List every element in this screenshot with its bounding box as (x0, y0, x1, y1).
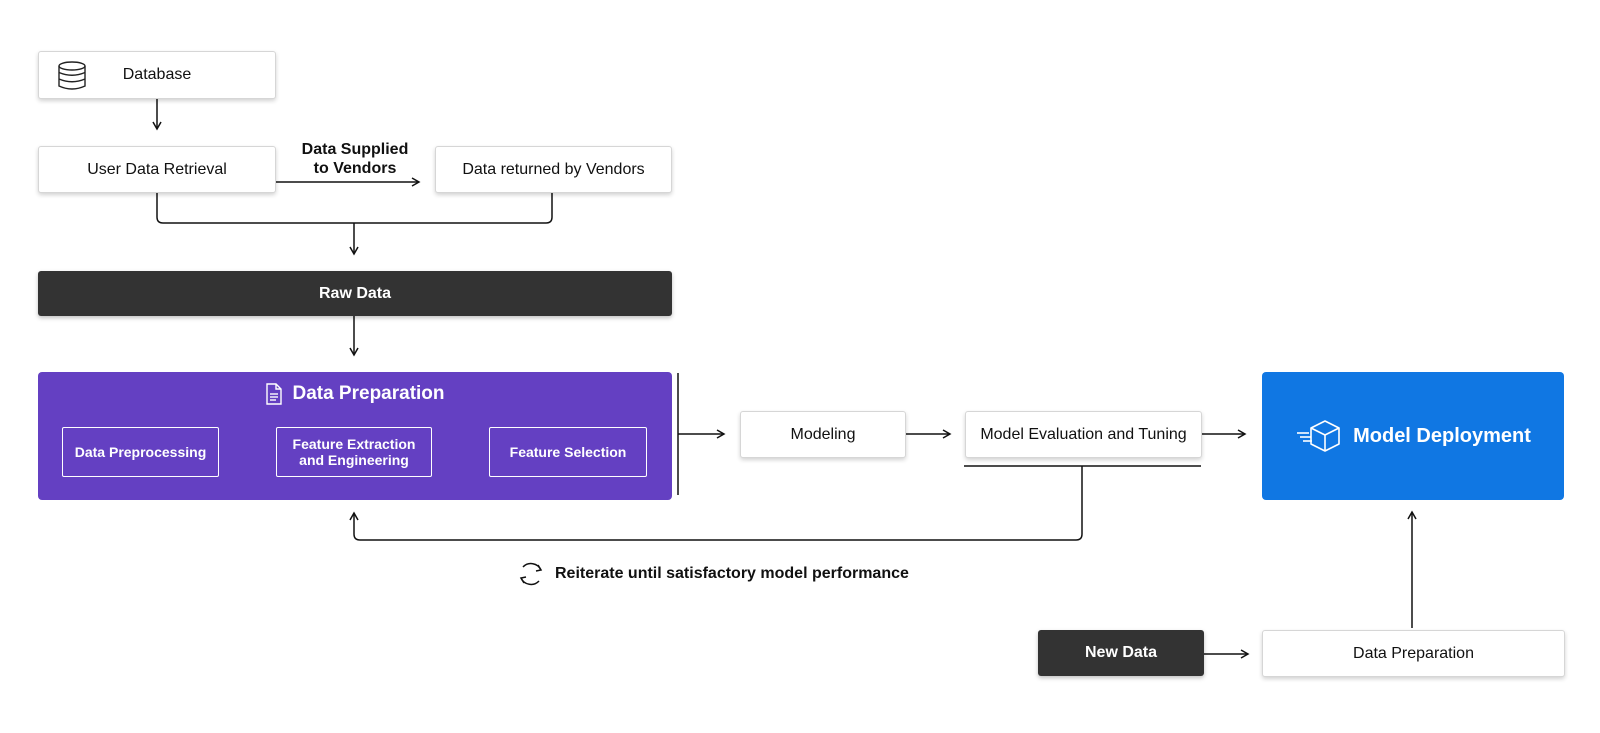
step-feature-selection: Feature Selection (489, 427, 647, 477)
database-node: Database (38, 51, 276, 99)
edge-merge-bracket (156, 193, 553, 224)
data-preparation-2-label: Data Preparation (1353, 644, 1474, 662)
model-deployment-label: Model Deployment (1353, 424, 1531, 447)
raw-data-node: Raw Data (38, 271, 672, 316)
raw-data-label: Raw Data (318, 284, 392, 302)
step-feature-extraction: Feature Extraction and Engineering (276, 427, 432, 477)
document-icon (265, 383, 283, 405)
reiterate-label-group: Reiterate until satisfactory model perfo… (517, 559, 909, 589)
database-icon (56, 60, 88, 97)
new-data-node: New Data (1038, 630, 1204, 676)
user-data-retrieval-label: User Data Retrieval (87, 160, 227, 178)
new-data-label: New Data (1084, 644, 1158, 661)
model-evaluation-label: Model Evaluation and Tuning (980, 425, 1187, 443)
model-evaluation-node: Model Evaluation and Tuning (965, 411, 1202, 458)
refresh-cycle-icon (517, 559, 545, 589)
data-supplied-label: Data Supplied to Vendors (301, 141, 409, 177)
data-preparation-title: Data Preparation (292, 383, 445, 404)
user-data-retrieval-node: User Data Retrieval (38, 146, 276, 193)
data-preparation-header: Data Preparation (38, 383, 672, 405)
modeling-label: Modeling (790, 425, 856, 443)
data-preparation-group: Data Preparation Data Preprocessing Feat… (38, 372, 672, 500)
connectors (152, 99, 1417, 659)
vendors-node: Data returned by Vendors (435, 146, 672, 193)
modeling-node: Modeling (740, 411, 906, 458)
model-deployment-node: Model Deployment (1262, 372, 1564, 500)
vendors-label: Data returned by Vendors (462, 160, 645, 178)
step-data-preprocessing: Data Preprocessing (62, 427, 219, 477)
database-label: Database (122, 66, 192, 83)
reiterate-label: Reiterate until satisfactory model perfo… (555, 565, 909, 582)
deploy-cube-icon (1295, 419, 1343, 453)
data-preparation-2-node: Data Preparation (1262, 630, 1565, 677)
